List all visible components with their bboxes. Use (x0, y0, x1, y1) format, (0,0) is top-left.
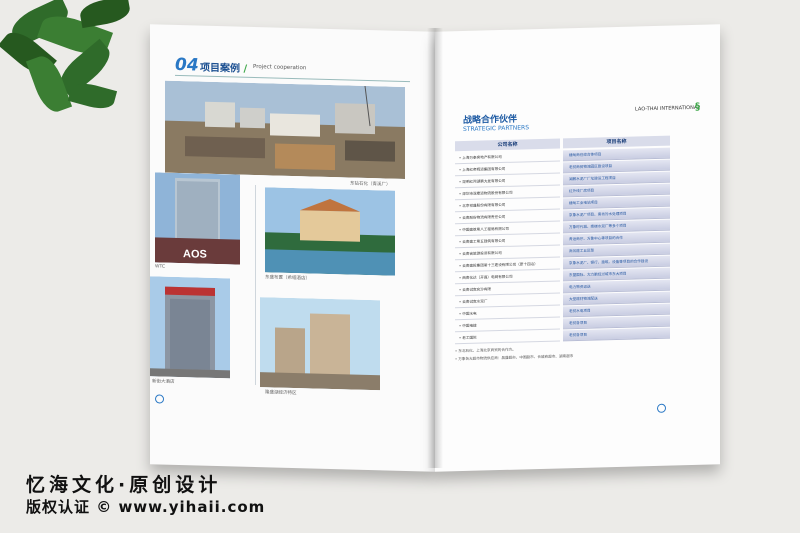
footnote: • 东北石化、上海北京商贸的合作方。 (455, 347, 516, 354)
caption-hotel: 新街大酒店 (152, 379, 175, 385)
watermark-brand: 忆海文化·原创设计 (26, 474, 222, 496)
section-subtitle: Project cooperation (253, 63, 307, 72)
caption-resort: 东盛布置（希缅酒店） (265, 275, 310, 282)
towers-photo (260, 297, 380, 391)
column-header-project: 项目名称 (563, 135, 670, 149)
caption-industrial: 东钻石化（青溪厂） (350, 181, 391, 188)
book-gutter (427, 28, 443, 468)
column-header-company: 公司名称 (455, 138, 560, 152)
right-page: LAO-THAI INTERNATIONAL § 战略合作伙伴 STRATEGI… (435, 24, 720, 472)
divider-line (255, 185, 256, 386)
location-pin-icon (155, 394, 164, 404)
hotel-photo (150, 276, 230, 379)
section-number: 04 (175, 54, 199, 76)
section-title: 项目案例 / (200, 62, 248, 75)
industrial-site-photo (165, 80, 405, 179)
page-header: LAO-THAI INTERNATIONAL (635, 104, 701, 113)
caption-towers: 隆盛湖经济特区 (265, 390, 297, 397)
location-pin-icon (657, 403, 666, 413)
partners-table: 公司名称 项目名称 • 上海万泰房地产有限公司 缅甸商住综合体项目 • 上海红帝辉… (455, 135, 670, 345)
caption-wtc: WTC (155, 264, 166, 270)
wtc-building-photo: AOS (155, 172, 240, 265)
partners-subtitle: STRATEGIC PARTNERS (463, 124, 530, 133)
left-page: 04 项目案例 / Project cooperation 东钻石化（青溪厂） (150, 24, 435, 472)
watermark-copyright: 版权认证 © www.yihaii.com (26, 498, 266, 516)
svg-text:AOS: AOS (183, 248, 207, 261)
footnote: • 万象各大超市物流供应商：昌盛超市、中国超市、长城商超市、湖南超市 (455, 354, 574, 362)
resort-photo (265, 187, 395, 276)
brochure-spread: 04 项目案例 / Project cooperation 东钻石化（青溪厂） (150, 24, 720, 472)
company-logo-icon: § (695, 101, 700, 113)
